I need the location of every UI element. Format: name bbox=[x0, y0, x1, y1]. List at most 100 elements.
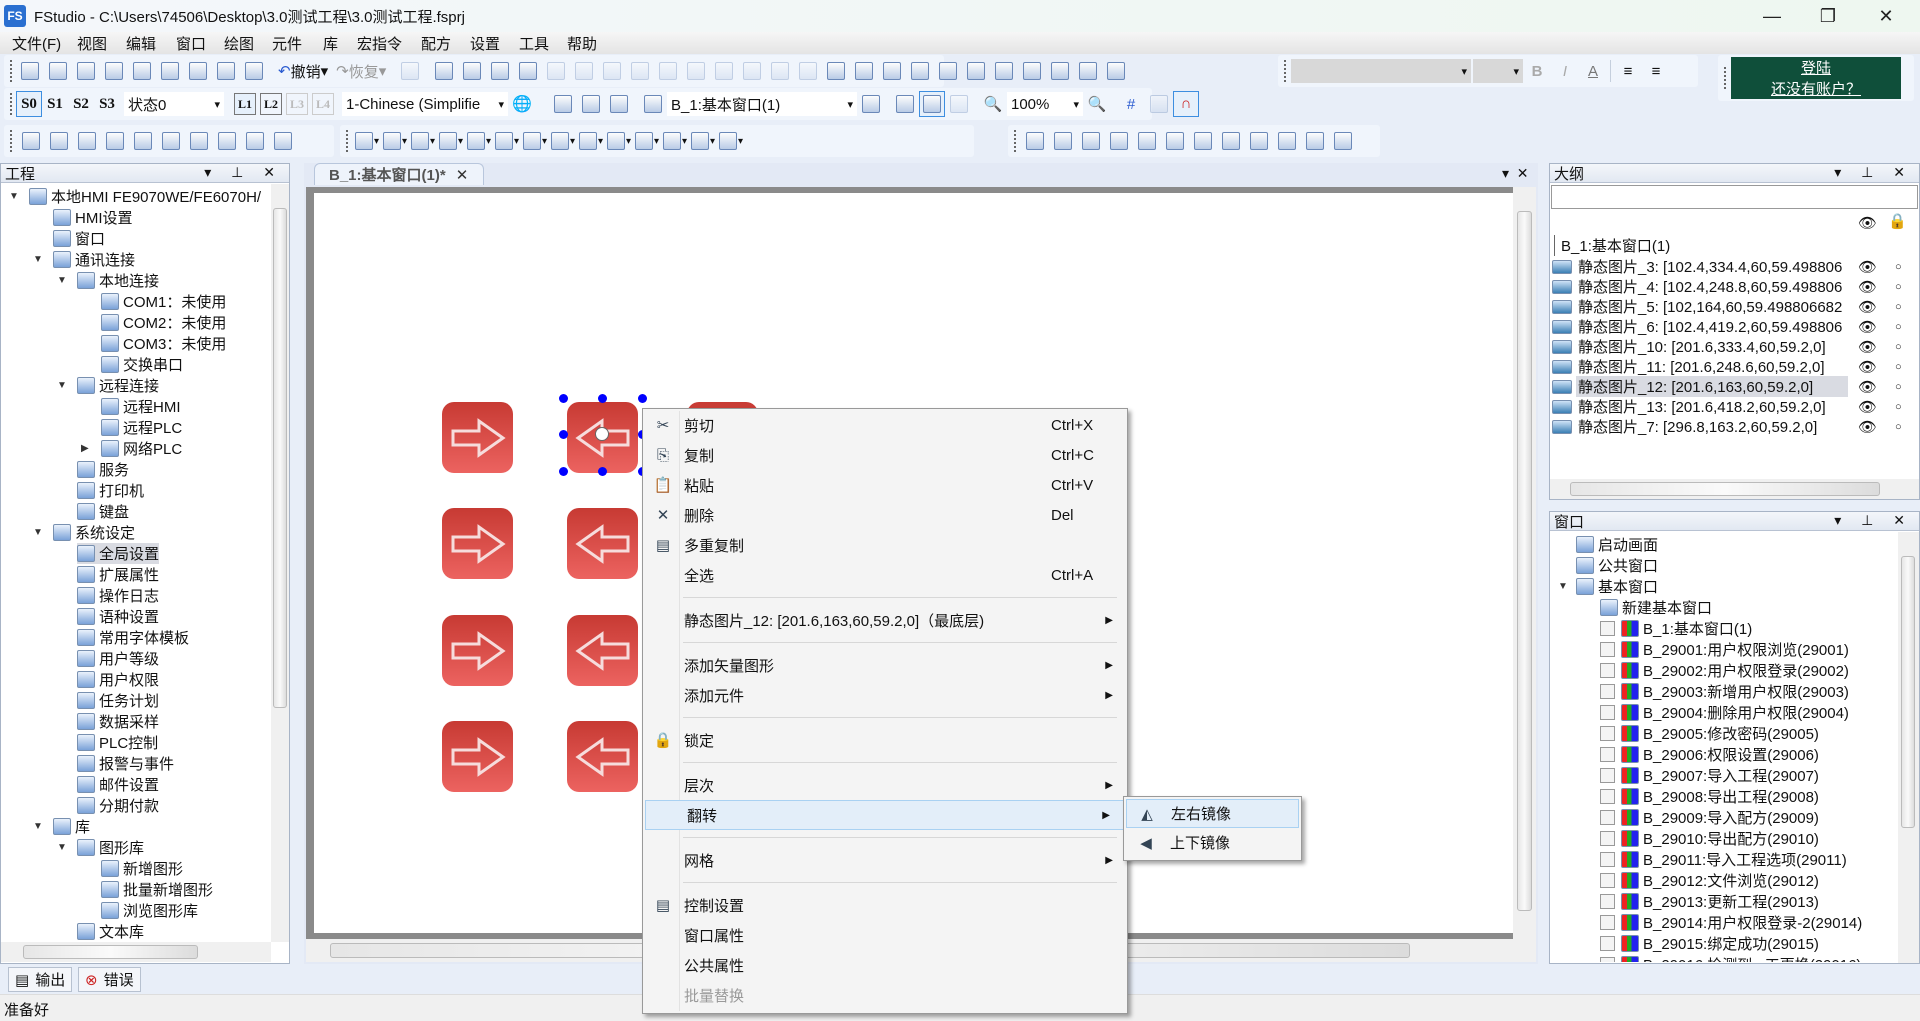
tree-item[interactable]: 常用字体模板 bbox=[77, 627, 189, 648]
language-combo[interactable]: 1-Chinese (Simplifie bbox=[342, 92, 508, 116]
selection-handle[interactable] bbox=[559, 467, 568, 476]
context-menu-item[interactable]: 批量替换 bbox=[643, 980, 1127, 1010]
checkbox[interactable] bbox=[1600, 705, 1615, 720]
tab-errors[interactable]: ⊗ 错误 bbox=[78, 967, 141, 992]
window-list-item[interactable]: B_29006:权限设置(29006) bbox=[1600, 744, 1819, 765]
context-menu-item[interactable]: 窗口属性 bbox=[643, 920, 1127, 950]
right-arrow-button[interactable] bbox=[442, 721, 513, 792]
menu-8[interactable]: 配方 bbox=[419, 33, 453, 54]
window-list-item[interactable]: B_29012:文件浏览(29012) bbox=[1600, 870, 1819, 891]
expand-arrow-icon[interactable]: ▼ bbox=[33, 821, 43, 832]
tree-item[interactable]: 窗口 bbox=[53, 228, 105, 249]
tree-item[interactable]: ▼ 远程连接 bbox=[57, 375, 159, 396]
project-tree-vscroll[interactable] bbox=[271, 184, 289, 942]
tree-item[interactable]: 扩展属性 bbox=[77, 564, 159, 585]
arc-icon[interactable] bbox=[185, 128, 213, 154]
tree-item[interactable]: 邮件设置 bbox=[77, 774, 159, 795]
state-button-2[interactable]: S2 bbox=[68, 91, 94, 117]
expand-arrow-icon[interactable]: ▼ bbox=[33, 527, 43, 538]
lock-icon[interactable]: 🔒 bbox=[1888, 212, 1907, 230]
simulate-offline-icon[interactable] bbox=[1217, 128, 1245, 154]
lock-toggle-icon[interactable]: ○ bbox=[1895, 381, 1902, 393]
context-menu-item[interactable]: ✂ 剪切 Ctrl+X bbox=[643, 410, 1127, 440]
tree-item[interactable]: 键盘 bbox=[77, 501, 129, 522]
context-menu-item[interactable]: 全选 Ctrl+A bbox=[643, 560, 1127, 590]
menu-7[interactable]: 宏指令 bbox=[355, 33, 404, 54]
layer-button-1[interactable]: L2 bbox=[260, 93, 282, 115]
window-list-item[interactable]: B_1:基本窗口(1) bbox=[1600, 618, 1752, 639]
lock-toggle-icon[interactable]: ○ bbox=[1895, 341, 1902, 353]
menu-11[interactable]: 帮助 bbox=[565, 33, 599, 54]
tree-item[interactable]: 批量新增图形 bbox=[101, 879, 213, 900]
clock-icon[interactable] bbox=[465, 128, 493, 154]
selection-handle[interactable] bbox=[559, 394, 568, 403]
snap-grid-icon[interactable] bbox=[1145, 91, 1173, 117]
bring-front-icon[interactable] bbox=[822, 58, 850, 84]
context-menu-item[interactable]: ⎘ 复制 Ctrl+C bbox=[643, 440, 1127, 470]
grid-icon[interactable]: # bbox=[1117, 91, 1145, 117]
tree-item[interactable]: 分期付款 bbox=[77, 795, 159, 816]
layer-button-3[interactable]: L4 bbox=[312, 93, 334, 115]
left-arrow-button[interactable] bbox=[567, 615, 638, 686]
window-list-item[interactable]: B_29013:更新工程(29013) bbox=[1600, 891, 1819, 912]
layer-button-0[interactable]: L1 bbox=[234, 93, 256, 115]
selection-handle[interactable] bbox=[598, 394, 607, 403]
window-list-item[interactable]: B_29014:用户权限登录-2(29014) bbox=[1600, 912, 1862, 933]
outline-root[interactable]: B_1:基本窗口(1) bbox=[1554, 235, 1670, 256]
lock-toggle-icon[interactable]: ○ bbox=[1895, 421, 1902, 433]
document-controls[interactable]: ▾ ✕ bbox=[1502, 165, 1529, 182]
cut-icon[interactable] bbox=[128, 58, 156, 84]
align-left-icon[interactable] bbox=[542, 58, 570, 84]
checkbox[interactable] bbox=[1600, 957, 1615, 962]
distribute-v-icon[interactable] bbox=[962, 58, 990, 84]
prev-window-icon[interactable] bbox=[639, 91, 667, 117]
slider-icon[interactable] bbox=[605, 128, 633, 154]
outline-search-input[interactable] bbox=[1551, 185, 1918, 209]
outline-item[interactable]: 静态图片_5: [102,164,60,59.498806682 👁 ○ bbox=[1552, 296, 1918, 317]
bold-button[interactable]: B bbox=[1523, 58, 1551, 84]
numeric-input-icon[interactable] bbox=[409, 128, 437, 154]
visibility-eye-icon[interactable]: 👁 bbox=[1858, 418, 1877, 436]
outline-item[interactable]: 静态图片_6: [102.4,419.2,60,59.498806 👁 ○ bbox=[1552, 316, 1918, 337]
lock-toggle-icon[interactable]: ○ bbox=[1895, 401, 1902, 413]
align-left-edge-icon[interactable] bbox=[430, 58, 458, 84]
checkbox[interactable] bbox=[1600, 726, 1615, 741]
visibility-eye-icon[interactable]: 👁 bbox=[1858, 338, 1877, 356]
close-tab-icon[interactable]: ✕ bbox=[456, 166, 469, 184]
lock-toggle-icon[interactable]: ○ bbox=[1895, 281, 1902, 293]
menu-4[interactable]: 绘图 bbox=[222, 33, 256, 54]
tree-item[interactable]: 用户等级 bbox=[77, 648, 159, 669]
window-combo[interactable]: B_1:基本窗口(1) bbox=[667, 92, 857, 116]
menu-3[interactable]: 窗口 bbox=[174, 33, 208, 54]
ram-icon[interactable] bbox=[1329, 128, 1357, 154]
context-menu-item[interactable]: 网格 ▶ bbox=[643, 845, 1127, 875]
visibility-eye-icon[interactable]: 👁 bbox=[1858, 378, 1877, 396]
simulate-online-icon[interactable] bbox=[1245, 128, 1273, 154]
right-arrow-button[interactable] bbox=[442, 508, 513, 579]
delete-icon[interactable] bbox=[240, 58, 268, 84]
polyline-icon[interactable] bbox=[73, 128, 101, 154]
expand-arrow-icon[interactable]: ▼ bbox=[9, 191, 19, 202]
canvas-vscroll[interactable] bbox=[1513, 187, 1536, 939]
menu-9[interactable]: 设置 bbox=[468, 33, 502, 54]
tree-item[interactable]: ▶ 网络PLC bbox=[81, 438, 182, 459]
save-icon[interactable] bbox=[72, 58, 100, 84]
context-menu-item[interactable]: 添加矢量图形 ▶ bbox=[643, 650, 1127, 680]
tree-item[interactable]: 操作日志 bbox=[77, 585, 159, 606]
upload-icon[interactable] bbox=[1161, 128, 1189, 154]
context-menu-item[interactable]: 🔒 锁定 bbox=[643, 725, 1127, 755]
tree-item[interactable]: 文本库 bbox=[77, 921, 144, 942]
trend-chart-icon[interactable] bbox=[521, 128, 549, 154]
window-list-item[interactable]: B_29003:新增用户权限(29003) bbox=[1600, 681, 1849, 702]
tree-item[interactable]: 全局设置 bbox=[77, 543, 160, 564]
font-color-button[interactable]: A bbox=[1579, 58, 1607, 84]
context-menu-item[interactable]: 添加元件 ▶ bbox=[643, 680, 1127, 710]
recipe-icon[interactable] bbox=[689, 128, 717, 154]
tree-item[interactable]: PLC控制 bbox=[77, 732, 158, 753]
save-all-icon[interactable] bbox=[100, 58, 128, 84]
window-list-item[interactable]: B_29008:导出工程(29008) bbox=[1600, 786, 1819, 807]
menu-2[interactable]: 编辑 bbox=[124, 33, 158, 54]
redo-button[interactable]: ↷ 恢复 ▾ bbox=[332, 58, 390, 84]
expand-arrow-icon[interactable]: ▼ bbox=[1558, 581, 1568, 592]
panel-controls[interactable]: ▾ ⊥ ✕ bbox=[1834, 512, 1913, 529]
